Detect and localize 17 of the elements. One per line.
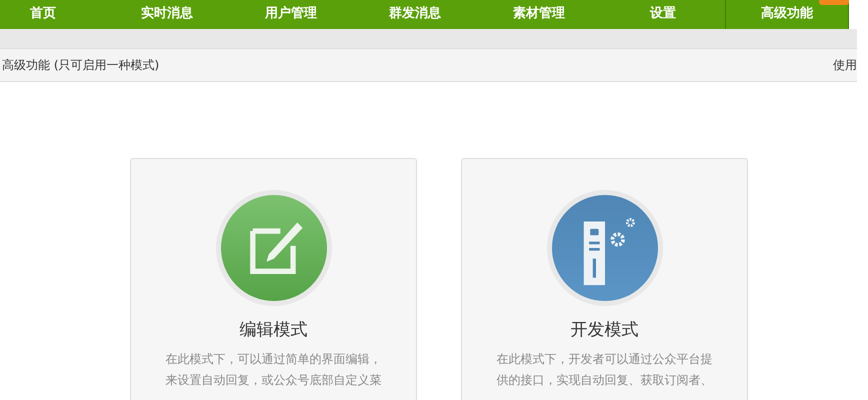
mode-description: 在此模式下，开发者可以通过公众平台提 供的接口，实现自动回复、获取订阅者、	[496, 351, 714, 389]
mode-title: 开发模式	[570, 319, 638, 341]
mode-title: 编辑模式	[240, 319, 308, 341]
mode-card[interactable]: 开发模式 在此模式下，开发者可以通过公众平台提 供的接口，实现自动回复、获取订阅者、	[461, 158, 748, 400]
nav-tab[interactable]: 群发消息	[353, 0, 477, 29]
help-link[interactable]: 使用	[833, 56, 857, 74]
nav-tab[interactable]: 用户管理	[229, 0, 353, 29]
edit-icon	[220, 195, 326, 301]
mode-description: 在此模式下，可以通过简单的界面编辑， 来设置自动回复，或公众号底部自定义菜	[164, 351, 382, 389]
nav-tab[interactable]: 设置	[601, 0, 725, 29]
nav-tab[interactable]: 素材管理	[477, 0, 601, 29]
mode-card[interactable]: 编辑模式 在此模式下，可以通过简单的界面编辑， 来设置自动回复，或公众号底部自定义菜	[130, 158, 417, 400]
nav-tab[interactable]: 高级功能	[725, 0, 849, 29]
server-gear-icon	[552, 195, 658, 301]
section-title: 高级功能 (只可启用一种模式)	[2, 56, 160, 74]
nav-tab[interactable]: 首页	[0, 0, 105, 29]
nav-tab[interactable]: 实时消息	[105, 0, 229, 29]
